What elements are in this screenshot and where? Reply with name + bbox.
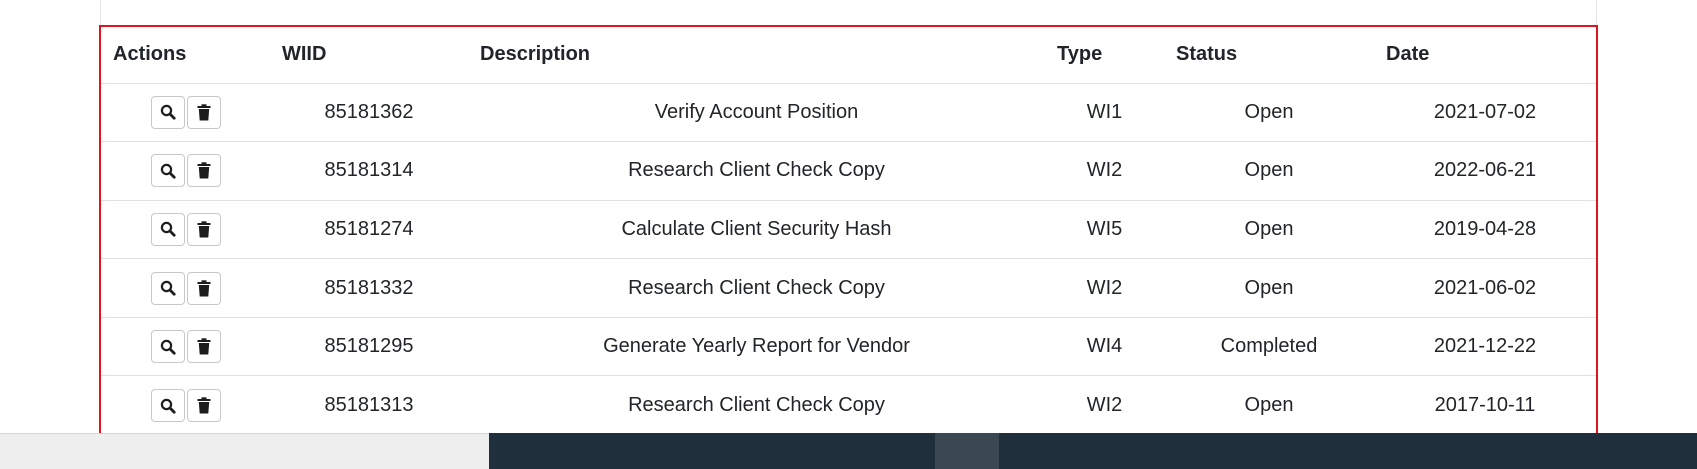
cell-date: 2019-04-28 [1374,200,1596,260]
cell-status: Open [1164,258,1374,318]
cell-date: 2017-10-11 [1434,394,1536,417]
cell-description: Verify Account Position [468,83,1045,143]
taskbar-search-area[interactable] [0,433,489,469]
view-button[interactable] [150,330,185,364]
column-header-date[interactable]: Date [1374,27,1596,84]
search-icon [160,398,176,414]
cell-date: 2022-06-21 [1374,141,1596,201]
delete-button[interactable] [186,154,221,188]
cell-type: WI5 [1045,200,1164,260]
column-header-status[interactable]: Status [1164,27,1374,84]
view-button[interactable] [150,389,185,423]
cell-date: 2021-06-02 [1374,258,1596,318]
cell-wiid: 85181332 [270,258,468,318]
cell-status: Open [1164,200,1374,260]
cell-status: Completed [1164,317,1374,377]
delete-button[interactable] [186,95,221,129]
view-button[interactable] [150,212,185,246]
trash-icon [197,397,211,414]
cell-description: Calculate Client Security Hash [468,200,1045,260]
row-actions-cell [101,376,270,435]
row-actions-cell [101,200,270,260]
row-actions-cell [101,258,270,318]
work-items-table-highlight: Actions WIID Description Type Status Dat… [99,25,1598,444]
cell-date: 2021-12-22 [1374,317,1596,377]
delete-button[interactable] [186,389,221,423]
delete-button[interactable] [186,212,221,246]
search-icon [160,339,176,355]
row-actions-cell [101,83,270,143]
cell-description: Research Client Check Copy [468,258,1045,318]
cell-wiid: 85181295 [270,317,468,377]
taskbar [0,433,1697,469]
row-actions-cell [101,141,270,201]
search-icon [160,221,176,238]
table-row: 85181313 Research Client Check Copy WI2 Ope… [101,376,1596,435]
page: Actions WIID Description Type Status Dat… [0,0,1697,469]
search-icon [160,104,176,120]
cell-type: WI1 [1045,83,1164,143]
cell-description: Research Client Check Copy [628,394,885,417]
cell-wiid: 85181274 [270,200,468,260]
table-row: 85181295 Generate Yearly Report for Vendo… [101,317,1596,377]
column-header-type[interactable]: Type [1045,27,1164,84]
header-row: Actions WIID Description Type Status Dat… [101,27,1596,84]
column-header-description[interactable]: Description [468,27,1045,84]
cell-type: WI2 [1045,258,1164,318]
table-row: 85181274 Calculate Client Security Hash WI… [101,200,1596,260]
view-button[interactable] [150,271,185,305]
cell-description: Generate Yearly Report for Vendor [468,317,1045,377]
table-row: 85181362 Verify Account Position WI1 Open 20… [101,83,1596,143]
taskbar-app-tile[interactable] [935,433,999,469]
cell-type: WI2 [1086,394,1123,417]
cell-description: Research Client Check Copy [468,141,1045,201]
view-button[interactable] [150,154,185,188]
cell-status: Open [1164,141,1374,201]
container-left-border [100,0,101,26]
cell-type: WI2 [1045,141,1164,201]
search-icon [160,280,176,296]
delete-button[interactable] [186,271,221,305]
cell-type: WI4 [1045,317,1164,377]
container-right-border [1596,0,1597,26]
table-row: 85181332 Research Client Check Copy WI2 Ope… [101,258,1596,318]
table-body: 85181362 Verify Account Position WI1 Open 20… [101,83,1596,435]
delete-button[interactable] [186,330,221,364]
trash-icon [197,279,211,297]
table-header: Actions WIID Description Type Status Dat… [101,27,1596,84]
trash-icon [197,104,211,121]
row-actions-cell [101,317,270,377]
trash-icon [197,338,211,355]
cell-status: Open [1164,83,1374,143]
table-row: 85181314 Research Client Check Copy WI2 Ope… [101,141,1596,201]
cell-date: 2021-07-02 [1374,83,1596,143]
work-items-table: Actions WIID Description Type Status Dat… [101,27,1596,435]
cell-wiid: 85181362 [270,83,468,143]
trash-icon [197,162,211,179]
taskbar-apps-area [489,433,1697,469]
cell-wiid: 85181313 [324,394,414,417]
column-header-wiid[interactable]: WIID [270,27,468,84]
trash-icon [197,221,211,238]
cell-status: Open [1244,394,1294,417]
cell-wiid: 85181314 [270,141,468,201]
view-button[interactable] [150,95,185,129]
search-icon [160,163,176,179]
column-header-actions: Actions [101,27,270,84]
